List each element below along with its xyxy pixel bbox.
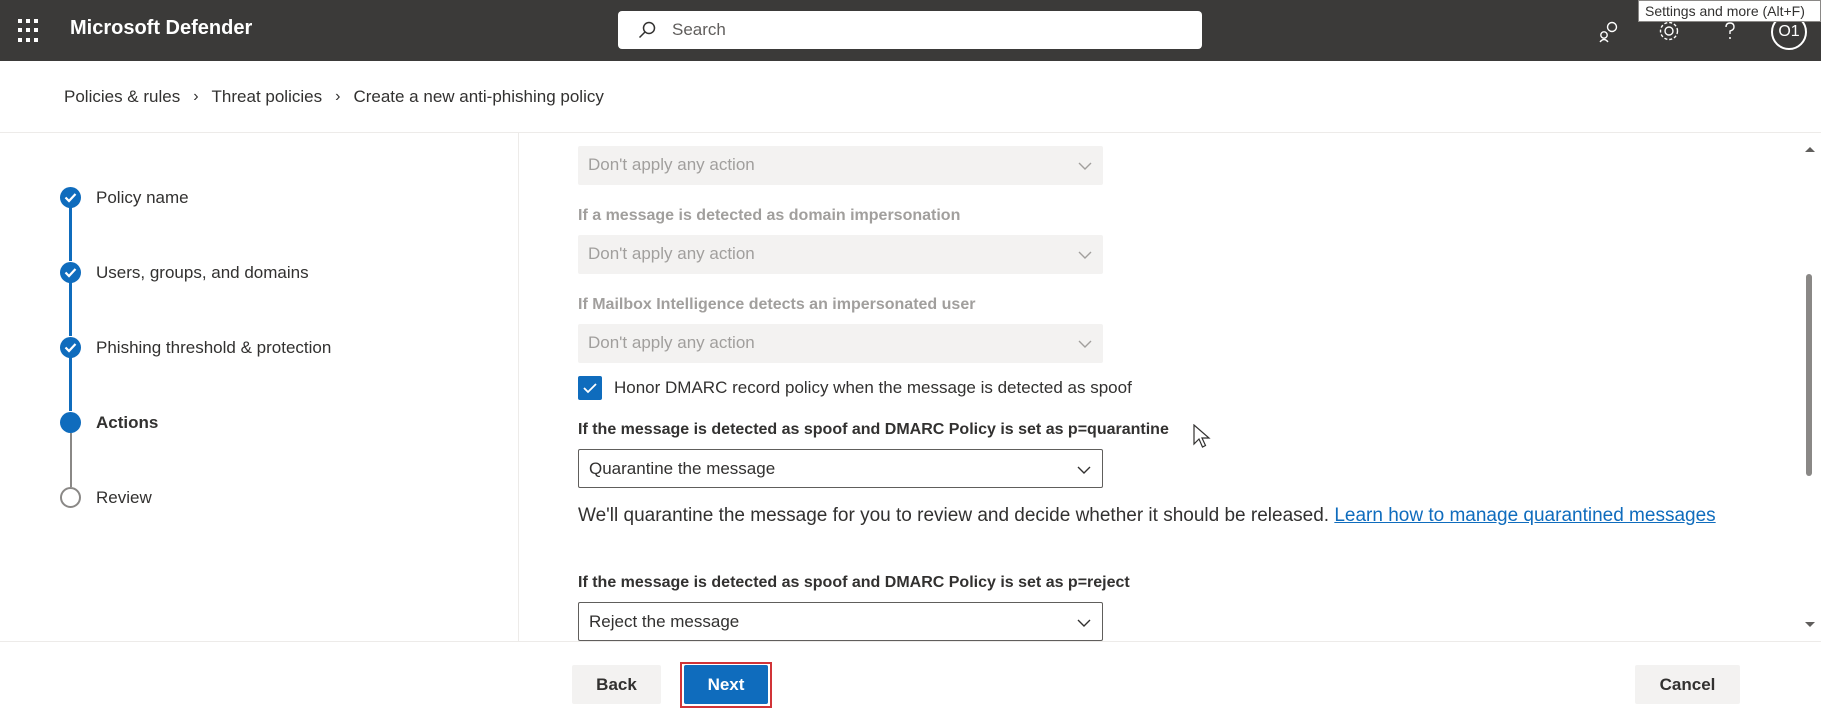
mailbox-intelligence-label: If Mailbox Intelligence detects an imper…: [578, 296, 976, 313]
mailbox-intelligence-action-dropdown: Don't apply any action: [578, 324, 1103, 363]
app-title: Microsoft Defender: [70, 17, 253, 39]
user-impersonation-action-dropdown: Don't apply any action: [578, 146, 1103, 185]
chevron-down-icon: [1078, 340, 1092, 348]
step-current-icon: [60, 412, 81, 433]
dropdown-value: Reject the message: [589, 612, 740, 631]
quarantine-action-dropdown[interactable]: Quarantine the message: [578, 449, 1103, 488]
tooltip: Settings and more (Alt+F): [1638, 0, 1821, 22]
mouse-cursor-icon: [1193, 424, 1211, 448]
domain-impersonation-label: If a message is detected as domain imper…: [578, 207, 961, 224]
manage-quarantine-link[interactable]: Learn how to manage quarantined messages: [1334, 505, 1715, 526]
footer-divider: [0, 641, 1821, 642]
step-complete-icon: [60, 262, 81, 283]
search-input[interactable]: [672, 19, 1172, 41]
step-connector: [69, 207, 72, 261]
chevron-down-icon: [1077, 619, 1091, 627]
reject-policy-label: If the message is detected as spoof and …: [578, 574, 1130, 591]
step-connector: [70, 433, 72, 487]
checkmark-icon: [583, 383, 597, 394]
step-phishing-threshold[interactable]: Phishing threshold & protection: [96, 338, 331, 358]
dropdown-value: Don't apply any action: [588, 333, 755, 352]
breadcrumb: Policies & rules › Threat policies › Cre…: [64, 87, 604, 107]
search-icon: [638, 21, 656, 39]
chevron-down-icon: [1078, 251, 1092, 259]
step-pending-icon: [60, 487, 81, 508]
breadcrumb-item-current: Create a new anti-phishing policy: [353, 87, 604, 106]
quarantine-description-text: We'll quarantine the message for you to …: [578, 505, 1330, 526]
quarantine-policy-label: If the message is detected as spoof and …: [578, 421, 1169, 438]
scroll-up-arrow-icon[interactable]: [1803, 144, 1817, 154]
step-review: Review: [96, 488, 152, 507]
step-actions[interactable]: Actions: [96, 413, 158, 433]
domain-impersonation-action-dropdown: Don't apply any action: [578, 235, 1103, 274]
actions-form[interactable]: Don't apply any action If a message is d…: [519, 133, 1801, 641]
honor-dmarc-checkbox[interactable]: [578, 376, 602, 400]
breadcrumb-item-policies[interactable]: Policies & rules: [64, 87, 180, 107]
back-button[interactable]: Back: [572, 665, 661, 704]
search-box[interactable]: [618, 11, 1202, 49]
next-button[interactable]: Next: [684, 665, 768, 704]
cancel-button[interactable]: Cancel: [1635, 665, 1740, 704]
step-complete-icon: [60, 187, 81, 208]
scroll-down-arrow-icon[interactable]: [1803, 620, 1817, 630]
step-policy-name[interactable]: Policy name: [96, 188, 189, 208]
honor-dmarc-label[interactable]: Honor DMARC record policy when the messa…: [614, 378, 1132, 398]
breadcrumb-item-threat-policies[interactable]: Threat policies: [212, 87, 323, 107]
chevron-right-icon: ›: [335, 88, 341, 105]
app-launcher-icon[interactable]: [18, 19, 42, 43]
dropdown-value: Don't apply any action: [588, 244, 755, 263]
step-connector: [69, 357, 72, 411]
step-users-groups-domains[interactable]: Users, groups, and domains: [96, 263, 309, 283]
scrollbar-thumb[interactable]: [1806, 274, 1812, 476]
dropdown-value: Don't apply any action: [588, 155, 755, 174]
quarantine-description: We'll quarantine the message for you to …: [578, 503, 1718, 529]
step-connector: [69, 282, 72, 336]
step-complete-icon: [60, 337, 81, 358]
chevron-right-icon: ›: [193, 88, 199, 105]
reject-action-dropdown[interactable]: Reject the message: [578, 602, 1103, 641]
top-bar: Microsoft Defender O1: [0, 0, 1821, 61]
chevron-down-icon: [1077, 466, 1091, 474]
community-icon[interactable]: [1596, 18, 1622, 44]
chevron-down-icon: [1078, 162, 1092, 170]
dropdown-value: Quarantine the message: [589, 459, 776, 478]
